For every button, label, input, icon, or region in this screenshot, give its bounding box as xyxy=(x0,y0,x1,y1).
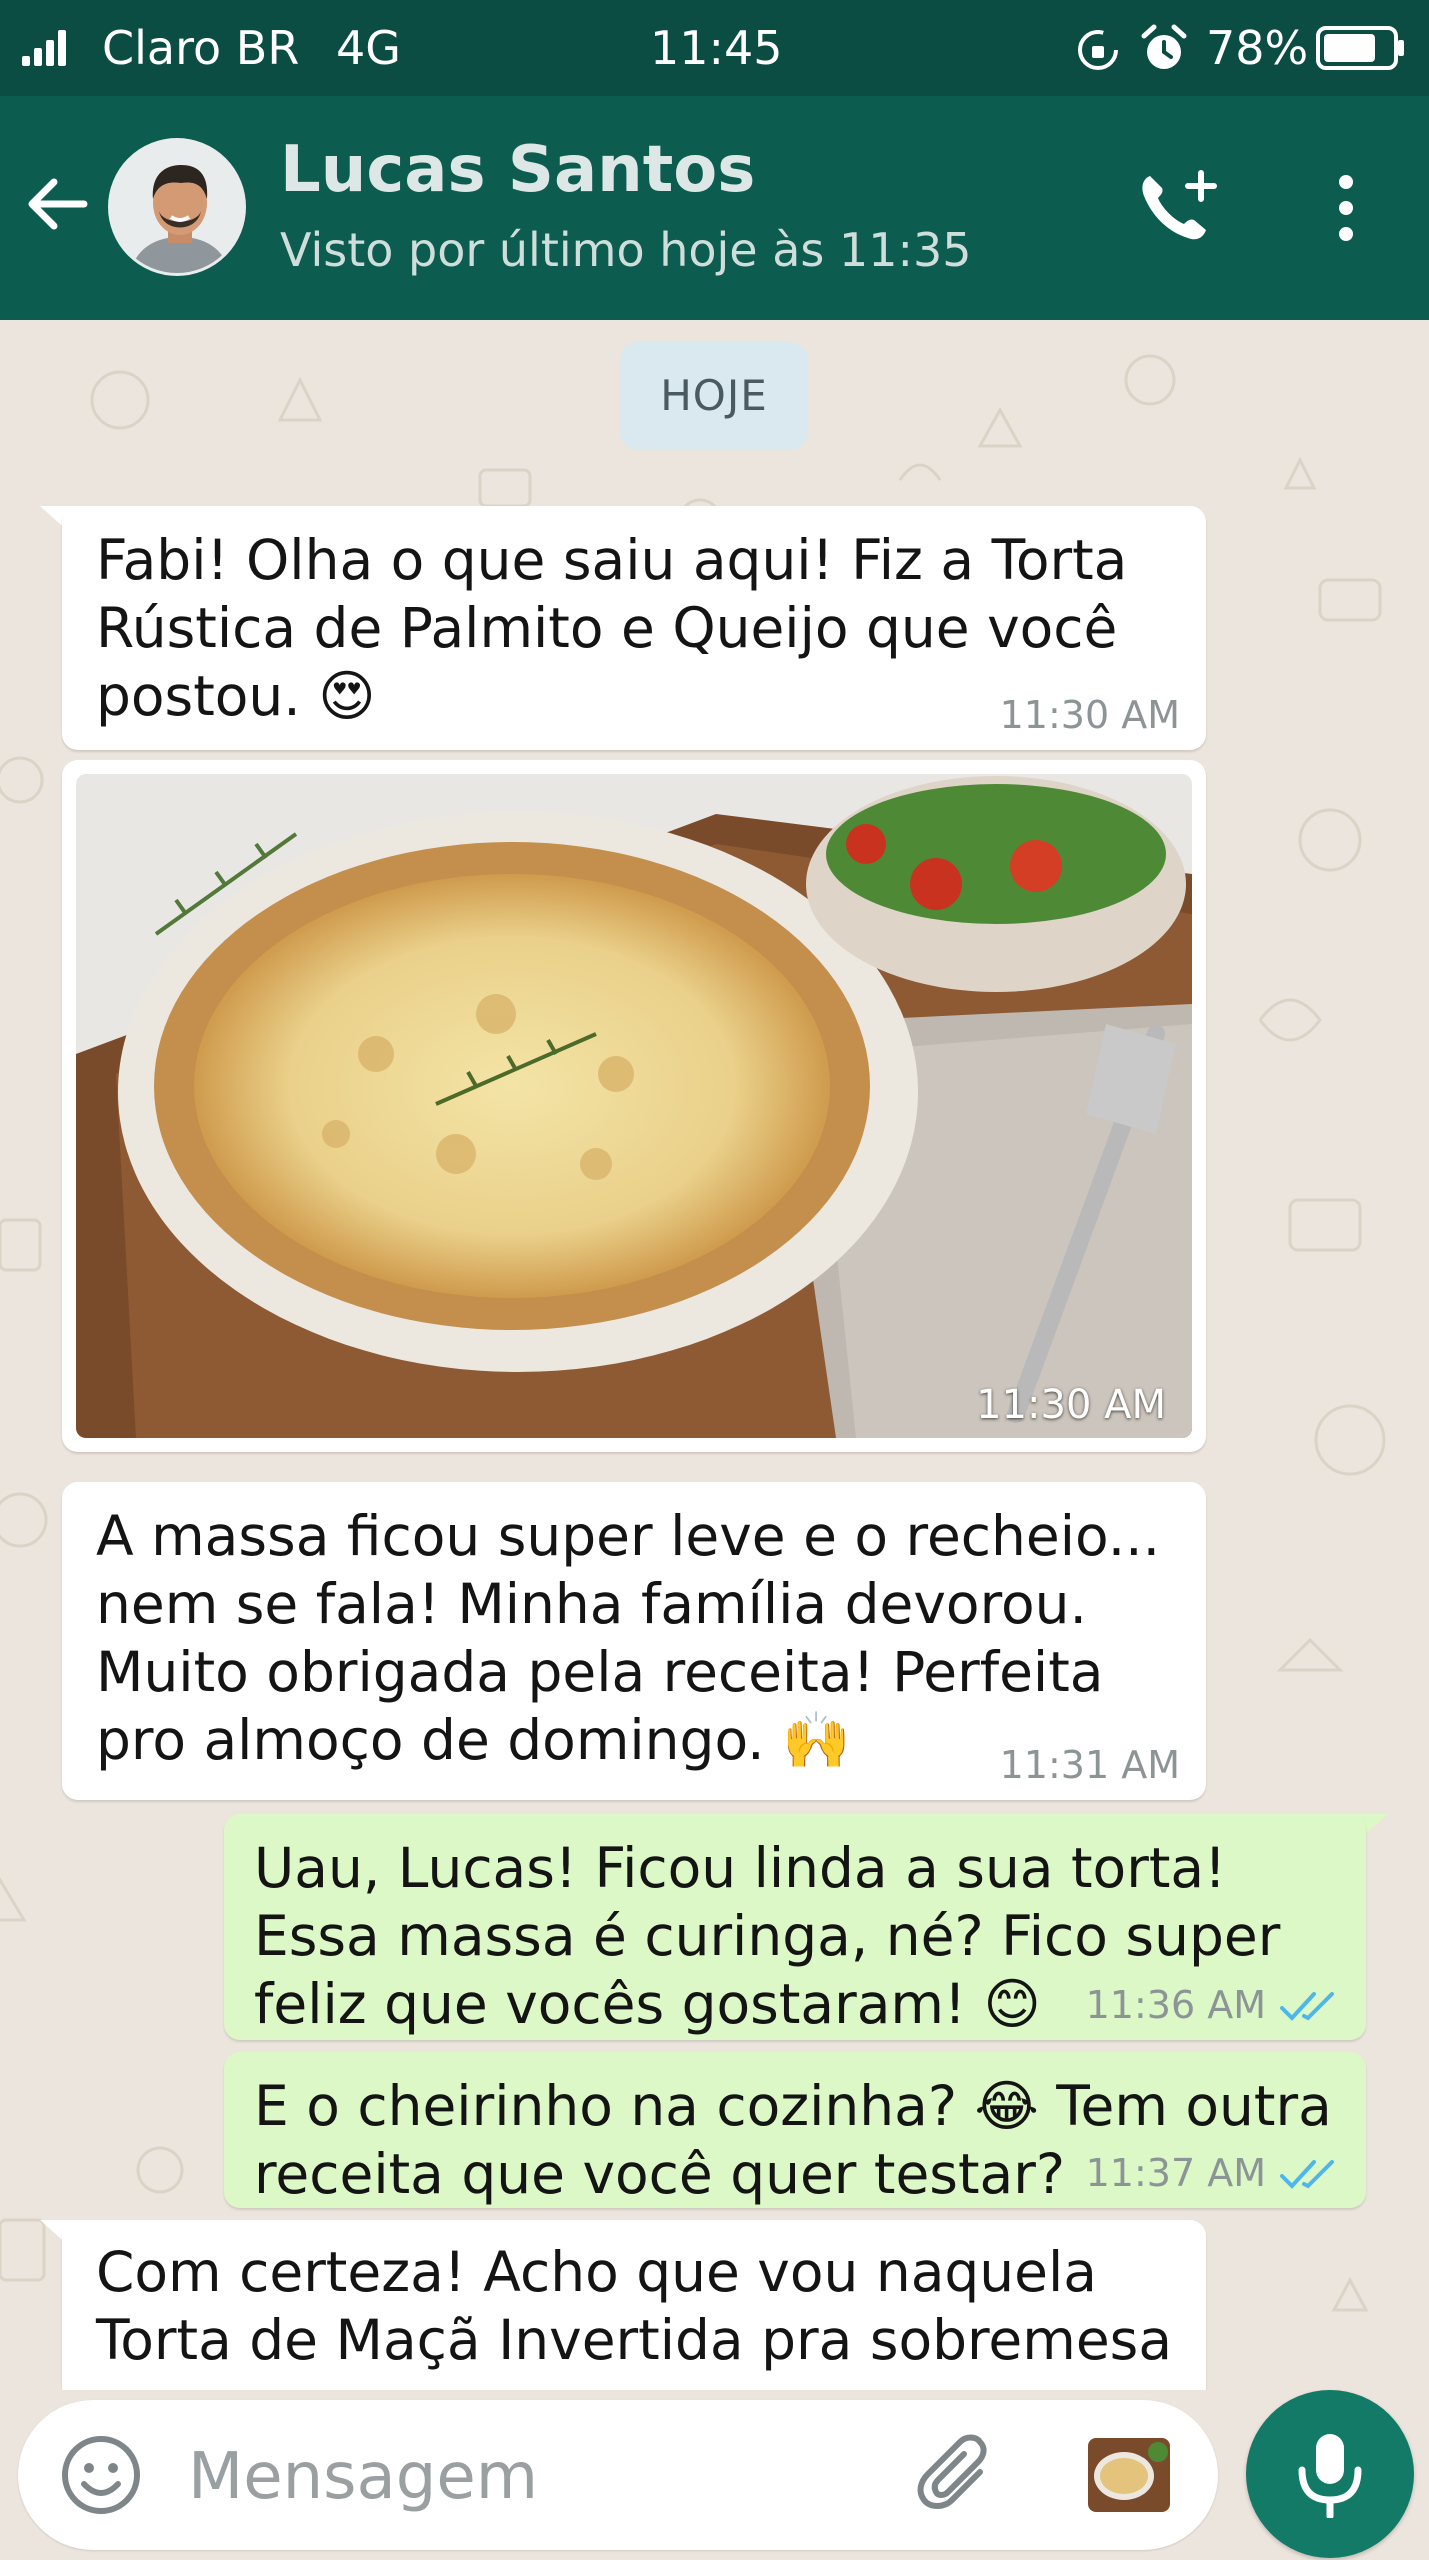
message-bubble-incoming[interactable]: A massa ficou super leve e o recheio... … xyxy=(62,1482,1206,1800)
status-bar: Claro BR 4G 11:45 78% xyxy=(0,0,1429,96)
rotation-lock-icon xyxy=(1078,30,1118,70)
message-bubble-outgoing[interactable]: E o cheirinho na cozinha? 😂 Tem outra re… xyxy=(224,2052,1366,2208)
message-text: Com certeza! Acho que vou naquela Torta … xyxy=(96,2240,1173,2372)
read-ticks-icon xyxy=(1280,2160,1334,2189)
battery-percent: 78% xyxy=(1206,21,1309,75)
contact-name[interactable]: Lucas Santos xyxy=(280,132,755,208)
avatar[interactable] xyxy=(108,138,246,276)
message-photo-incoming[interactable]: 11:30 AM xyxy=(62,760,1206,1452)
pie-photo-image xyxy=(76,774,1192,1438)
chat-header: Lucas Santos Visto por último hoje às 11… xyxy=(0,96,1429,320)
battery-icon xyxy=(1316,26,1404,70)
date-separator: HOJE xyxy=(620,342,808,450)
chat-area[interactable]: HOJE Fabi! Olha o que saiu aqui! Fiz a T… xyxy=(0,320,1429,2390)
clock: 11:45 xyxy=(650,21,783,75)
add-call-icon[interactable] xyxy=(1130,160,1220,250)
pie-photo[interactable] xyxy=(76,774,1192,1438)
message-text: A massa ficou super leve e o recheio... … xyxy=(96,1504,1161,1772)
read-ticks-icon xyxy=(1280,1992,1334,2021)
message-time: 11:30 AM xyxy=(999,693,1180,737)
avatar-image xyxy=(111,141,243,273)
attach-icon[interactable] xyxy=(914,2432,1004,2518)
gallery-thumbnail[interactable] xyxy=(1088,2438,1170,2512)
message-time: 11:36 AM xyxy=(1085,1983,1266,2027)
mic-icon xyxy=(1298,2434,1362,2518)
message-time: 11:37 AM xyxy=(1085,2151,1266,2195)
mic-button[interactable] xyxy=(1246,2390,1414,2558)
message-placeholder: Mensagem xyxy=(188,2440,539,2514)
alarm-icon xyxy=(1141,24,1187,69)
signal-icon xyxy=(22,30,66,66)
gallery-thumbnail-image xyxy=(1088,2438,1170,2512)
message-bubble-incoming[interactable]: Fabi! Olha o que saiu aqui! Fiz a Torta … xyxy=(62,506,1206,750)
message-time: 11:30 AM xyxy=(976,1382,1166,1428)
network-type: 4G xyxy=(336,21,401,75)
more-vert-icon[interactable] xyxy=(1316,168,1376,248)
message-time: 11:31 AM xyxy=(999,1743,1180,1787)
message-bubble-incoming[interactable]: Com certeza! Acho que vou naquela Torta … xyxy=(62,2220,1206,2390)
message-bubble-outgoing[interactable]: Uau, Lucas! Ficou linda a sua torta! Ess… xyxy=(224,1814,1366,2040)
last-seen-status: Visto por último hoje às 11:35 xyxy=(280,223,972,277)
back-arrow-icon[interactable] xyxy=(20,166,96,242)
message-input[interactable]: Mensagem xyxy=(18,2400,1218,2550)
emoji-icon[interactable] xyxy=(58,2432,144,2518)
composer: Mensagem xyxy=(0,2390,1429,2560)
carrier-label: Claro BR xyxy=(102,21,300,75)
